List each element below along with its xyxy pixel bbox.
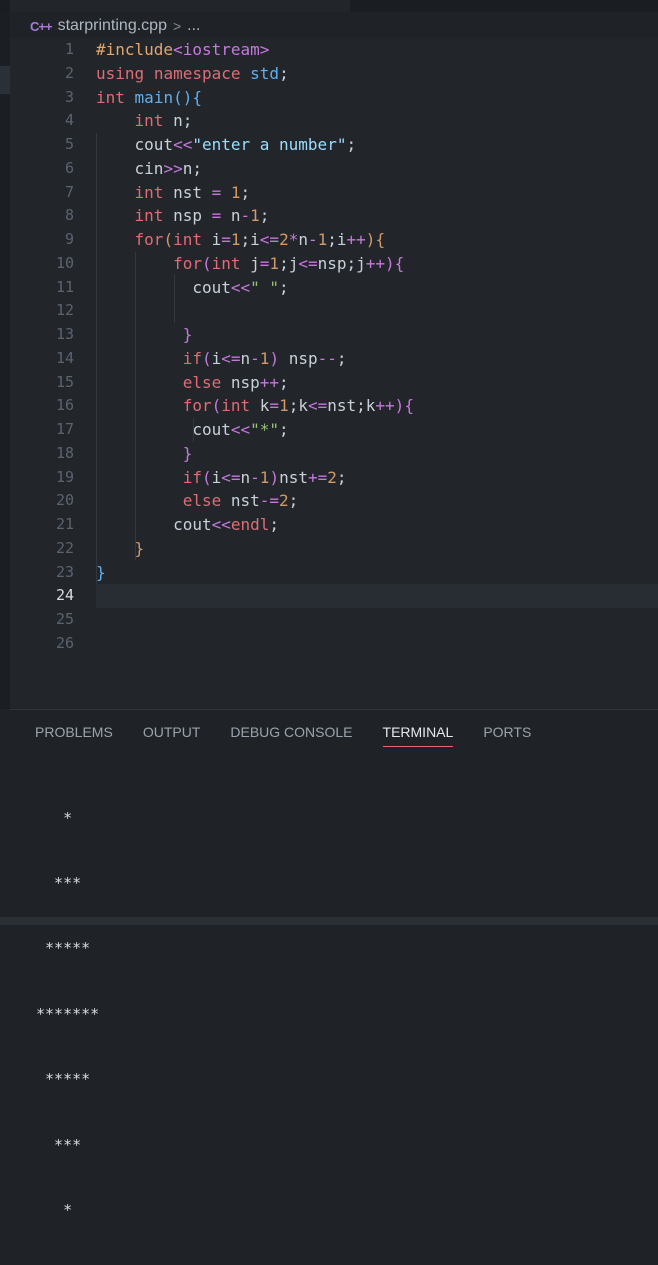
line-number: 9 xyxy=(64,230,74,248)
line-number: 11 xyxy=(55,277,74,296)
line-number: 15 xyxy=(55,372,74,391)
line-number: 10 xyxy=(55,253,74,272)
code-line: cout<<endl; xyxy=(96,515,280,534)
activity-gutter xyxy=(0,12,10,709)
code-line: cout<<" "; xyxy=(96,277,289,297)
code-editor[interactable]: 1 #include<iostream> 2 using namespace std… xyxy=(10,38,658,708)
terminal-line: ******* xyxy=(36,1004,100,1023)
line-number: 7 xyxy=(64,182,74,201)
line-number: 14 xyxy=(55,348,74,367)
terminal-line: *** xyxy=(36,873,82,892)
breadcrumb-file[interactable]: starprinting.cpp xyxy=(58,17,167,35)
line-number: 25 xyxy=(55,610,74,628)
code-line: for(int j=1;j<=nsp;j++){ xyxy=(173,253,405,273)
line-number: 1 xyxy=(64,40,74,58)
line-number: 2 xyxy=(64,63,74,82)
line-number: 3 xyxy=(64,87,74,106)
line-number: 26 xyxy=(55,633,74,652)
code-line: int main(){ xyxy=(96,87,202,107)
terminal-line: * xyxy=(36,808,73,827)
line-number: 23 xyxy=(55,562,74,581)
code-line: else nst-=2; xyxy=(182,491,299,511)
line-number: 20 xyxy=(55,491,74,510)
line-number: 18 xyxy=(55,443,74,462)
editor-tab-highlight xyxy=(10,0,350,12)
tab-problems[interactable]: PROBLEMS xyxy=(35,720,113,747)
code-line: cout<<"*"; xyxy=(96,420,289,439)
code-line: } xyxy=(182,443,193,463)
tab-ports[interactable]: PORTS xyxy=(483,720,531,747)
code-line: int nsp = n-1; xyxy=(134,206,270,226)
line-number: 8 xyxy=(64,206,74,225)
code-line: int n; xyxy=(134,111,193,131)
panel-tabs: PROBLEMS OUTPUT DEBUG CONSOLE TERMINAL P… xyxy=(35,720,531,747)
line-number: 4 xyxy=(64,111,74,130)
line-number: 19 xyxy=(55,467,74,486)
code-line: if(i<=n-1)nst+=2; xyxy=(182,467,347,487)
line-number: 5 xyxy=(64,135,74,153)
gutter-marker xyxy=(0,66,10,94)
tab-debug-console[interactable]: DEBUG CONSOLE xyxy=(230,720,352,747)
line-number: 12 xyxy=(55,301,74,320)
terminal-line: *** xyxy=(36,1135,82,1154)
breadcrumb: C++ starprinting.cpp > ... xyxy=(30,14,201,38)
line-number: 13 xyxy=(55,325,74,343)
terminal-line: ***** xyxy=(36,1070,91,1089)
cpp-file-icon: C++ xyxy=(30,18,53,34)
tab-output[interactable]: OUTPUT xyxy=(143,720,201,747)
terminal-line: * xyxy=(36,1200,73,1219)
code-line: cout<<"enter a number"; xyxy=(96,135,357,154)
code-line: for(int k=1;k<=nst;k++){ xyxy=(182,396,414,416)
code-line: cin>>n; xyxy=(96,158,202,178)
chevron-right-icon: > xyxy=(172,18,182,34)
status-strip xyxy=(0,917,658,925)
top-strip xyxy=(0,0,658,12)
code-line: } xyxy=(134,538,145,558)
breadcrumb-more[interactable]: ... xyxy=(187,17,200,35)
bottom-panel: PROBLEMS OUTPUT DEBUG CONSOLE TERMINAL P… xyxy=(10,709,658,1219)
code-line: #include<iostream> xyxy=(96,40,270,59)
line-number: 22 xyxy=(55,538,74,557)
code-line: int nst = 1; xyxy=(134,182,251,202)
code-line: using namespace std; xyxy=(96,63,289,83)
line-number: 6 xyxy=(64,158,74,177)
code-line: } xyxy=(182,325,193,344)
line-number-active: 24 xyxy=(55,586,74,605)
code-line: for(int i=1;i<=2*n-1;i++){ xyxy=(134,230,386,249)
terminal-line: ***** xyxy=(36,939,91,958)
code-line: else nsp++; xyxy=(182,372,289,392)
terminal-output[interactable]: * *** ***** ******* ***** *** * xyxy=(36,764,99,1265)
line-number: 16 xyxy=(55,396,74,415)
code-line: if(i<=n-1) nsp--; xyxy=(182,348,347,368)
line-number: 21 xyxy=(55,515,74,533)
line-number: 17 xyxy=(55,420,74,438)
code-line: } xyxy=(96,562,106,582)
tab-terminal[interactable]: TERMINAL xyxy=(382,720,454,747)
